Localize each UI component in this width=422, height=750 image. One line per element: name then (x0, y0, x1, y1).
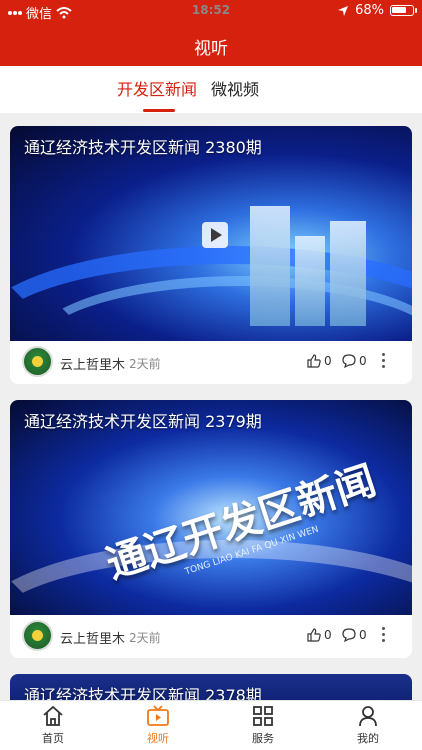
play-icon[interactable] (202, 222, 228, 248)
video-card[interactable]: 通辽经济技术开发区新闻 2380期 云上哲里木 2天前 0 0 (10, 126, 412, 384)
comment-button[interactable]: 0 (341, 627, 367, 643)
comment-icon (342, 628, 356, 643)
video-card[interactable]: 通辽经济技术开发区新闻 2379期 通辽开发区新闻 TONG LIAO KAI … (10, 400, 412, 658)
video-thumbnail[interactable]: 通辽经济技术开发区新闻 2380期 (10, 126, 412, 341)
thumbs-up-icon (307, 628, 321, 642)
comment-count: 0 (359, 628, 367, 642)
nav-label: 我的 (357, 732, 379, 745)
comment-count: 0 (359, 354, 367, 368)
video-title: 通辽经济技术开发区新闻 2379期 (24, 412, 262, 431)
video-thumbnail[interactable]: 通辽经济技术开发区新闻 2379期 通辽开发区新闻 TONG LIAO KAI … (10, 400, 412, 615)
app-header: 微信 18:52 68% 视听 (0, 0, 422, 66)
tab-dev-zone-news[interactable]: 开发区新闻 (117, 76, 197, 100)
user-icon (359, 706, 377, 727)
nav-audiovisual[interactable]: 视听 (128, 705, 188, 746)
status-bar: 微信 18:52 68% (0, 0, 422, 24)
nav-home[interactable]: 首页 (23, 705, 83, 746)
home-icon (43, 705, 63, 726)
thumbs-up-icon (307, 354, 321, 368)
battery-percent: 68% (355, 3, 384, 18)
publish-time: 2天前 (129, 631, 161, 645)
tab-active-indicator (143, 109, 175, 112)
video-meta: 云上哲里木 2天前 0 0 (10, 615, 412, 658)
like-button[interactable]: 0 (306, 353, 332, 369)
grid-icon (253, 706, 273, 726)
comment-button[interactable]: 0 (341, 353, 367, 369)
tab-bar: 开发区新闻 微视频 (0, 66, 422, 113)
page-title: 视听 (194, 39, 228, 59)
tv-play-icon (147, 705, 169, 726)
more-icon[interactable] (382, 627, 386, 643)
like-count: 0 (324, 354, 332, 368)
nav-label: 服务 (252, 732, 274, 745)
comment-icon (342, 354, 356, 369)
battery-icon (390, 5, 417, 16)
like-button[interactable]: 0 (306, 627, 332, 643)
video-title: 通辽经济技术开发区新闻 2380期 (24, 138, 262, 157)
nav-label: 视听 (147, 732, 169, 745)
bottom-nav: 首页 视听 服务 我的 (0, 700, 422, 750)
nav-services[interactable]: 服务 (233, 705, 293, 746)
tab-micro-video[interactable]: 微视频 (211, 76, 259, 100)
location-arrow-icon (338, 5, 349, 16)
avatar[interactable] (22, 346, 53, 377)
avatar[interactable] (22, 620, 53, 651)
like-count: 0 (324, 628, 332, 642)
source-name: 云上哲里木 (60, 632, 126, 647)
nav-label: 首页 (42, 732, 64, 745)
nav-profile[interactable]: 我的 (338, 705, 398, 746)
publish-time: 2天前 (129, 357, 161, 371)
more-icon[interactable] (382, 353, 386, 369)
source-name: 云上哲里木 (60, 358, 126, 373)
video-meta: 云上哲里木 2天前 0 0 (10, 341, 412, 384)
